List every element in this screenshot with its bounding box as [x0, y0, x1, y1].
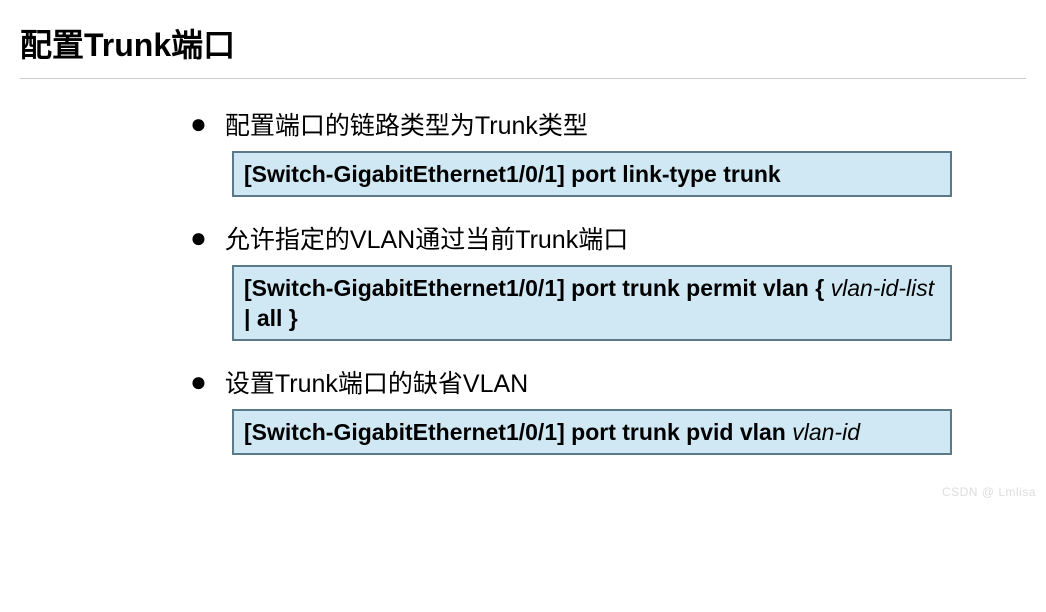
- cli-param: vlan-id: [792, 419, 860, 445]
- content-area: ● 配置端口的链路类型为Trunk类型 [Switch-GigabitEther…: [20, 109, 1026, 455]
- list-item: ● 允许指定的VLAN通过当前Trunk端口 [Switch-GigabitEt…: [190, 223, 966, 341]
- cli-param: vlan-id-list: [831, 275, 935, 301]
- bullet-dot-icon: ●: [190, 367, 207, 397]
- page-title: 配置Trunk端口: [20, 20, 1026, 79]
- cli-command: port trunk permit vlan: [565, 275, 815, 301]
- cli-sep: {: [815, 275, 830, 301]
- code-box: [Switch-GigabitEthernet1/0/1] port trunk…: [232, 265, 952, 341]
- code-box: [Switch-GigabitEthernet1/0/1] port link-…: [232, 151, 952, 197]
- cli-prompt: [Switch-GigabitEthernet1/0/1]: [244, 161, 565, 187]
- bullet-dot-icon: ●: [190, 223, 207, 253]
- watermark: CSDN @ Lmlisa: [942, 485, 1036, 499]
- cli-prompt: [Switch-GigabitEthernet1/0/1]: [244, 419, 565, 445]
- cli-prompt: [Switch-GigabitEthernet1/0/1]: [244, 275, 565, 301]
- bullet-row: ● 允许指定的VLAN通过当前Trunk端口: [190, 223, 966, 257]
- bullet-row: ● 配置端口的链路类型为Trunk类型: [190, 109, 966, 143]
- bullet-dot-icon: ●: [190, 109, 207, 139]
- list-item: ● 设置Trunk端口的缺省VLAN [Switch-GigabitEthern…: [190, 367, 966, 455]
- cli-command: port link-type trunk: [565, 161, 781, 187]
- item-label: 配置端口的链路类型为Trunk类型: [225, 109, 588, 143]
- list-item: ● 配置端口的链路类型为Trunk类型 [Switch-GigabitEther…: [190, 109, 966, 197]
- item-label: 允许指定的VLAN通过当前Trunk端口: [225, 223, 628, 257]
- cli-command: port trunk pvid vlan: [565, 419, 786, 445]
- bullet-row: ● 设置Trunk端口的缺省VLAN: [190, 367, 966, 401]
- item-label: 设置Trunk端口的缺省VLAN: [225, 367, 528, 401]
- code-box: [Switch-GigabitEthernet1/0/1] port trunk…: [232, 409, 952, 455]
- cli-sep: | all }: [244, 305, 298, 331]
